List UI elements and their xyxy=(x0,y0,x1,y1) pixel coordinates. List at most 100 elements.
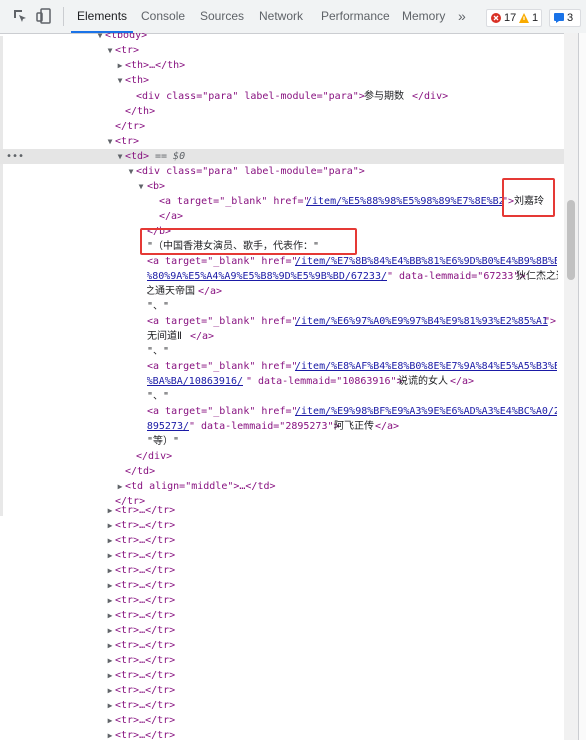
collapse-triangle-icon[interactable]: ▶ xyxy=(105,533,115,548)
dom-line[interactable]: ▼ <th> xyxy=(0,73,578,88)
dom-line-selected[interactable]: ••• ▼ <td> == $0 xyxy=(0,149,578,164)
dom-line[interactable]: "、" xyxy=(0,344,578,359)
dom-line[interactable]: <a target="_blank" href=" /item/%E7%8B%8… xyxy=(0,254,578,269)
collapse-triangle-icon[interactable]: ▶ xyxy=(105,713,115,728)
dom-line[interactable]: ▼ <b> xyxy=(0,179,578,194)
expand-triangle-icon[interactable]: ▼ xyxy=(126,164,136,179)
dom-line[interactable]: </tr> xyxy=(0,119,578,134)
dom-line-collapsed-tr[interactable]: ▶ <tr>…</tr> xyxy=(0,728,578,740)
dom-line[interactable]: <a target="_blank" href=" /item/%E9%98%B… xyxy=(0,404,578,419)
expand-triangle-icon[interactable]: ▼ xyxy=(136,179,146,194)
tab-sources[interactable]: Sources xyxy=(200,0,244,33)
tab-elements[interactable]: Elements xyxy=(70,0,134,33)
href-link[interactable]: /item/%E6%97%A0%E9%97%B4%E9%81%93%E2%85%… xyxy=(295,314,548,329)
dom-line[interactable]: </th> xyxy=(0,104,578,119)
collapse-triangle-icon[interactable]: ▶ xyxy=(105,503,115,518)
dom-line[interactable]: ▶ <th>…</th> xyxy=(0,58,578,73)
error-count: 17 xyxy=(504,12,517,24)
dom-line-collapsed-tr[interactable]: ▶ <tr>…</tr> xyxy=(0,668,578,683)
dom-line-collapsed-tr[interactable]: ▶ <tr>…</tr> xyxy=(0,608,578,623)
dom-line[interactable]: "、" xyxy=(0,299,578,314)
dom-line[interactable]: </td> xyxy=(0,464,578,479)
dom-line[interactable]: <a target="_blank" href=" /item/%E6%97%A… xyxy=(0,314,578,329)
dom-line-collapsed-tr[interactable]: ▶ <tr>…</tr> xyxy=(0,503,578,518)
href-link-continued[interactable]: /item/%E8%AF%B4%E8%B0%8E%E7%9A%84%E5%A5%… xyxy=(147,374,243,389)
expand-triangle-icon[interactable]: ▼ xyxy=(115,149,125,164)
dom-line-collapsed-tr[interactable]: ▶ <tr>…</tr> xyxy=(0,593,578,608)
dom-line-collapsed-tr[interactable]: ▶ <tr>…</tr> xyxy=(0,548,578,563)
href-link[interactable]: /item/%E5%88%98%E5%98%89%E7%8E%B2 xyxy=(306,194,502,209)
dom-line[interactable]: "等）" xyxy=(0,434,578,449)
dom-line-collapsed-tr[interactable]: ▶ <tr>…</tr> xyxy=(0,533,578,548)
collapse-triangle-icon[interactable]: ▶ xyxy=(115,479,125,494)
dom-line-collapsed-tr[interactable]: ▶ <tr>…</tr> xyxy=(0,638,578,653)
dom-line-collapsed-tr[interactable]: ▶ <tr>…</tr> xyxy=(0,518,578,533)
href-link[interactable]: /item/%E9%98%BF%E9%A3%9E%E6%AD%A3%E4%BC%… xyxy=(295,404,557,419)
dom-line[interactable]: ▼ <tr> xyxy=(0,134,578,149)
collapse-triangle-icon[interactable]: ▶ xyxy=(105,728,115,740)
tab-network[interactable]: Network xyxy=(259,0,303,33)
dom-line[interactable]: ▼ <div class="para" label-module="para"> xyxy=(0,164,578,179)
styles-panel-edge xyxy=(578,33,586,740)
dom-line[interactable]: </div> xyxy=(0,449,578,464)
href-link[interactable]: /item/%E8%AF%B4%E8%B0%8E%E7%9A%84%E5%A5%… xyxy=(295,359,557,374)
collapse-triangle-icon[interactable]: ▶ xyxy=(105,698,115,713)
dom-line[interactable]: /item/%E7%8B%84%E4%BB%81%E6%9D%B0%E4%B9%… xyxy=(0,269,578,284)
href-link[interactable]: /item/%E7%8B%84%E4%BB%81%E6%9D%B0%E4%B9%… xyxy=(295,254,557,269)
collapse-triangle-icon[interactable]: ▶ xyxy=(105,518,115,533)
tab-performance[interactable]: Performance xyxy=(321,0,390,33)
warning-icon xyxy=(519,13,529,23)
toolbar-separator xyxy=(63,7,64,26)
dom-line[interactable]: <a target="_blank" href=" /item/%E5%88%9… xyxy=(0,194,578,209)
warning-count: 1 xyxy=(532,12,539,24)
dom-line[interactable]: /item/%E8%AF%B4%E8%B0%8E%E7%9A%84%E5%A5%… xyxy=(0,374,578,389)
collapse-triangle-icon[interactable]: ▶ xyxy=(105,638,115,653)
collapse-triangle-icon[interactable]: ▶ xyxy=(105,548,115,563)
dom-line-collapsed-tr[interactable]: ▶ <tr>…</tr> xyxy=(0,683,578,698)
dom-line[interactable]: ▶ <td align="middle">…</td> xyxy=(0,479,578,494)
expand-triangle-icon[interactable]: ▼ xyxy=(105,43,115,58)
inspect-element-icon[interactable] xyxy=(12,8,28,24)
collapse-triangle-icon[interactable]: ▶ xyxy=(105,683,115,698)
dom-line-collapsed-tr[interactable]: ▶ <tr>…</tr> xyxy=(0,623,578,638)
collapse-triangle-icon[interactable]: ▶ xyxy=(105,563,115,578)
href-link-continued[interactable]: /item/%E7%8B%84%E4%BB%81%E6%9D%B0%E4%B9%… xyxy=(147,269,387,284)
collapse-triangle-icon[interactable]: ▶ xyxy=(105,623,115,638)
highlight-box-name xyxy=(502,178,555,217)
highlight-box-description xyxy=(140,228,357,255)
scrollbar-thumb[interactable] xyxy=(567,200,575,280)
dom-line[interactable]: <a target="_blank" href=" /item/%E8%AF%B… xyxy=(0,359,578,374)
dom-line[interactable]: ▼ <tr> xyxy=(0,43,578,58)
collapse-triangle-icon[interactable]: ▶ xyxy=(105,578,115,593)
tab-memory[interactable]: Memory xyxy=(402,0,445,33)
collapse-triangle-icon[interactable]: ▶ xyxy=(105,608,115,623)
collapse-triangle-icon[interactable]: ▶ xyxy=(105,593,115,608)
expand-triangle-icon[interactable]: ▼ xyxy=(115,73,125,88)
dom-line[interactable]: </a> xyxy=(0,209,578,224)
collapse-triangle-icon[interactable]: ▶ xyxy=(115,58,125,73)
dom-line[interactable]: /item/%E9%98%BF%E9%A3%9E%E6%AD%A3%E4%BC%… xyxy=(0,419,578,434)
href-link-continued[interactable]: /item/%E9%98%BF%E9%A3%9E%E6%AD%A3%E4%BC%… xyxy=(147,419,189,434)
message-count: 3 xyxy=(567,12,574,24)
dom-line[interactable]: 无间道Ⅱ </a> xyxy=(0,329,578,344)
dom-line-collapsed-tr[interactable]: ▶ <tr>…</tr> xyxy=(0,578,578,593)
dom-line-collapsed-tr[interactable]: ▶ <tr>…</tr> xyxy=(0,653,578,668)
issues-counter[interactable]: 17 1 xyxy=(486,9,542,27)
dom-line[interactable]: <div class="para" label-module="para"> 参… xyxy=(0,89,578,104)
collapse-triangle-icon[interactable]: ▶ xyxy=(105,653,115,668)
more-tabs-button[interactable]: » xyxy=(458,0,466,33)
device-toolbar-icon[interactable] xyxy=(36,8,52,24)
dom-line[interactable]: ▼ <tbody> xyxy=(0,33,578,43)
tab-console[interactable]: Console xyxy=(141,0,185,33)
expand-triangle-icon[interactable]: ▼ xyxy=(105,134,115,149)
expand-triangle-icon[interactable]: ▼ xyxy=(95,33,105,43)
dom-line-collapsed-tr[interactable]: ▶ <tr>…</tr> xyxy=(0,698,578,713)
dom-line-collapsed-tr[interactable]: ▶ <tr>…</tr> xyxy=(0,713,578,728)
dom-line-collapsed-tr[interactable]: ▶ <tr>…</tr> xyxy=(0,563,578,578)
messages-counter[interactable]: 3 xyxy=(549,9,581,27)
dom-line[interactable]: 狄仁杰之通天帝国 </a> xyxy=(0,284,578,299)
vertical-scrollbar[interactable] xyxy=(564,33,578,740)
more-options-icon[interactable]: ••• xyxy=(6,149,24,164)
collapse-triangle-icon[interactable]: ▶ xyxy=(105,668,115,683)
dom-line[interactable]: "、" xyxy=(0,389,578,404)
